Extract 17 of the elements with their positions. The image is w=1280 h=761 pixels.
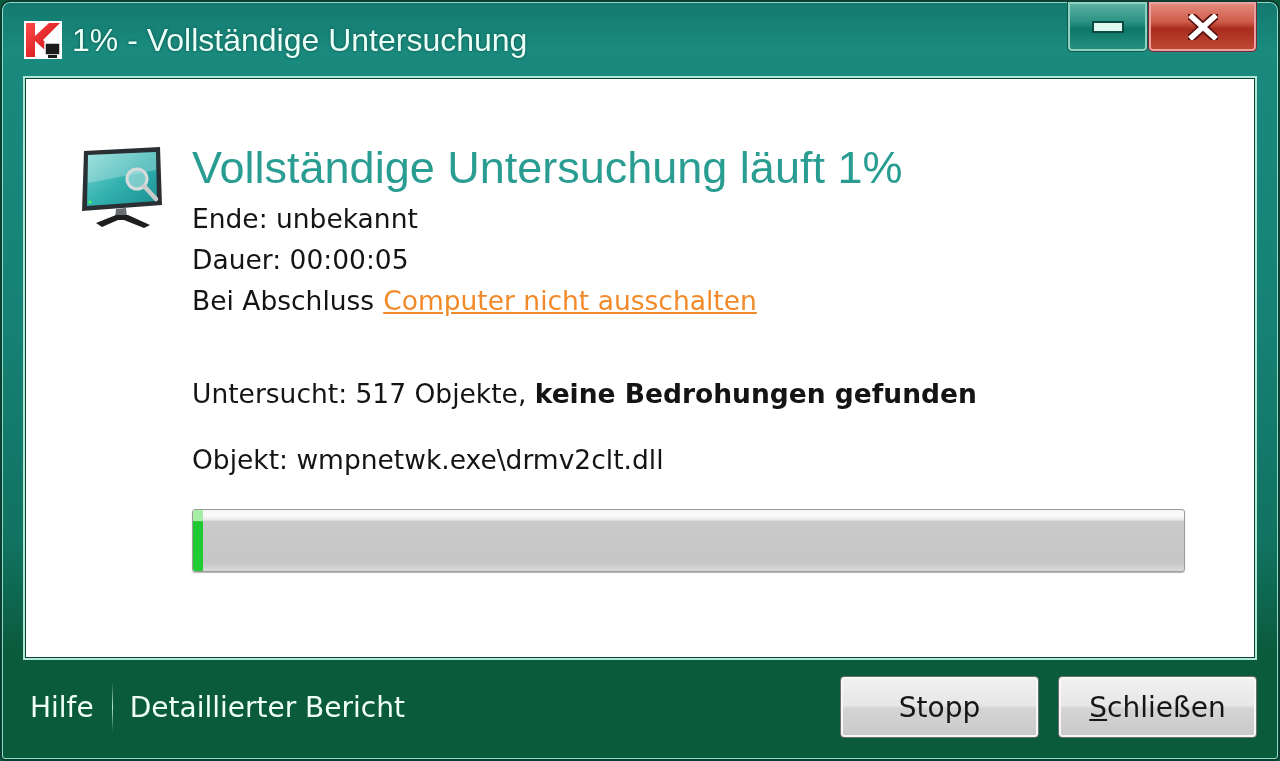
scan-summary-text: Untersucht: 517 Objekte, keine Bedrohungen gefunden: [192, 377, 978, 411]
app-logo-icon: [24, 21, 62, 59]
footer-link[interactable]: Hilfe: [30, 690, 94, 724]
minimize-icon: [1091, 20, 1124, 33]
scan-heading: Vollständige Untersuchung läuft 1%: [192, 142, 904, 194]
close-button[interactable]: [1148, 2, 1257, 52]
dialog-button[interactable]: Schließen: [1058, 676, 1257, 738]
footer-link[interactable]: Detaillierter Bericht: [129, 690, 405, 724]
close-icon: [1187, 13, 1218, 40]
dialog-button[interactable]: Stopp: [840, 676, 1039, 738]
completion-label: Bei Abschluss: [192, 284, 375, 318]
minimize-button[interactable]: [1067, 2, 1148, 52]
window-title: 1% - Vollständige Untersuchung: [72, 21, 528, 59]
current-object-text: Objekt: wmpnetwk.exe\drmv2clt.dll: [192, 443, 665, 477]
monitor-magnifier-icon: [80, 145, 165, 230]
duration-text: Dauer: 00:00:05: [192, 243, 410, 277]
end-time-text: Ende: unbekannt: [192, 202, 419, 236]
